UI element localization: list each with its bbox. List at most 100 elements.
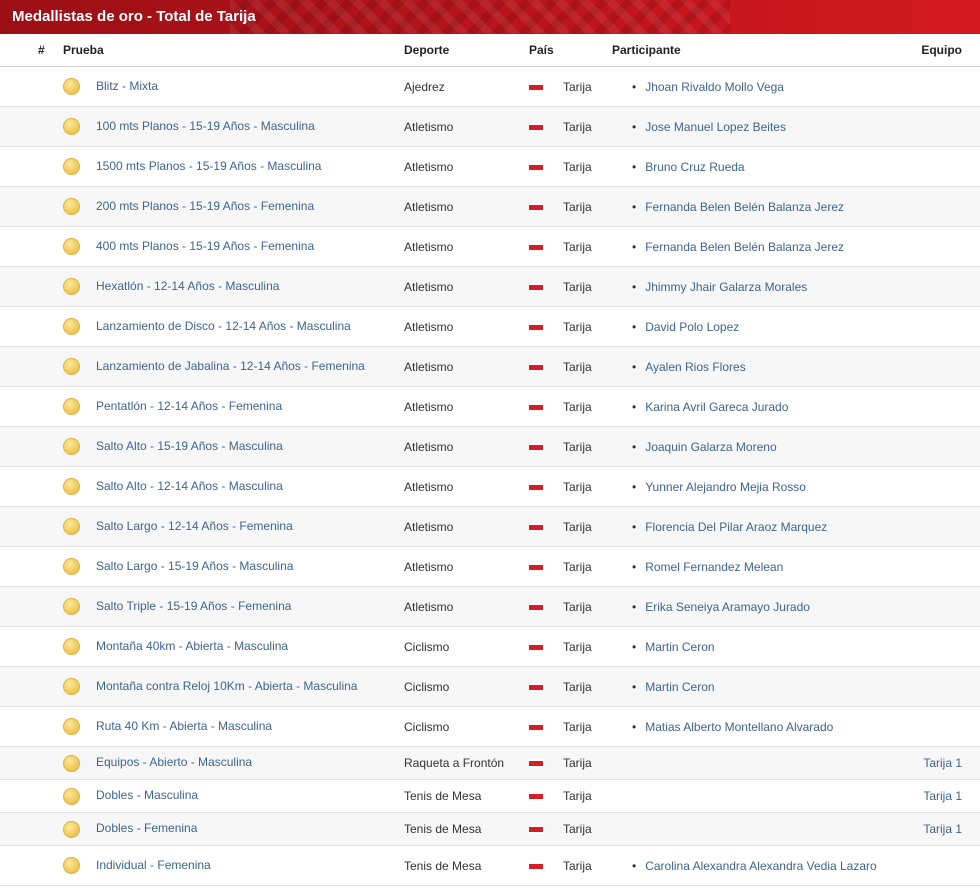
participante-link[interactable]: Fernanda Belen Belén Balanza Jerez — [645, 200, 844, 214]
flag-icon — [529, 482, 543, 492]
table-row: 61Hexatlón - 12-14 Años - MasculinaAtlet… — [0, 266, 980, 307]
gold-medal-icon — [63, 78, 80, 95]
table-row: 311500 mts Planos - 15-19 Años - Masculi… — [0, 146, 980, 187]
deporte-cell: Tenis de Mesa — [404, 845, 529, 886]
deporte-cell: Ciclismo — [404, 626, 529, 667]
participante-link[interactable]: Martin Ceron — [645, 640, 714, 654]
equipo-link[interactable]: Tarija 1 — [923, 756, 962, 770]
participante-link[interactable]: Ayalen Rios Flores — [645, 360, 746, 374]
prueba-link[interactable]: Pentatlón - 12-14 Años - Femenina — [96, 399, 282, 413]
equipo-link[interactable]: Tarija 1 — [923, 822, 962, 836]
table-row: 51400 mts Planos - 15-19 Años - Femenina… — [0, 226, 980, 267]
bullet-icon: • — [632, 719, 637, 734]
bullet-icon: • — [632, 639, 637, 654]
table-header-row: # Prueba Deporte País Participante Equip… — [0, 34, 980, 67]
deporte-cell: Atletismo — [404, 306, 529, 347]
prueba-link[interactable]: 400 mts Planos - 15-19 Años - Femenina — [96, 239, 314, 253]
prueba-link[interactable]: Dobles - Masculina — [96, 788, 198, 802]
gold-medal-icon — [63, 718, 80, 735]
prueba-link[interactable]: Blitz - Mixta — [96, 79, 158, 93]
pais-label: Tarija — [563, 519, 592, 534]
participante-link[interactable]: Romel Fernandez Melean — [645, 560, 783, 574]
participante-link[interactable]: Bruno Cruz Rueda — [645, 160, 744, 174]
pais-label: Tarija — [563, 822, 592, 836]
deporte-cell: Atletismo — [404, 106, 529, 147]
col-header-pais[interactable]: País — [529, 34, 612, 67]
bullet-icon: • — [632, 119, 637, 134]
flag-icon — [529, 362, 543, 372]
equipo-link[interactable]: Tarija 1 — [923, 789, 962, 803]
gold-medal-icon — [63, 398, 80, 415]
bullet-icon: • — [632, 399, 637, 414]
prueba-link[interactable]: Equipos - Abierto - Masculina — [96, 755, 252, 769]
pais-label: Tarija — [563, 399, 592, 414]
participante-link[interactable]: Florencia Del Pilar Araoz Marquez — [645, 520, 827, 534]
prueba-link[interactable]: Salto Alto - 15-19 Años - Masculina — [96, 439, 283, 453]
pais-label: Tarija — [563, 439, 592, 454]
participante-link[interactable]: Karina Avril Gareca Jurado — [645, 400, 788, 414]
prueba-link[interactable]: Dobles - Femenina — [96, 821, 197, 835]
prueba-link[interactable]: Lanzamiento de Jabalina - 12-14 Años - F… — [96, 359, 365, 373]
bullet-icon: • — [632, 79, 637, 94]
medalists-table: # Prueba Deporte País Participante Equip… — [0, 34, 980, 886]
participante-link[interactable]: Martin Ceron — [645, 680, 714, 694]
col-header-deporte[interactable]: Deporte — [404, 34, 529, 67]
pais-label: Tarija — [563, 559, 592, 574]
bullet-icon: • — [632, 279, 637, 294]
participante-link[interactable]: Jhoan Rivaldo Mollo Vega — [645, 80, 784, 94]
pais-label: Tarija — [563, 479, 592, 494]
prueba-link[interactable]: 1500 mts Planos - 15-19 Años - Masculina — [96, 159, 321, 173]
bullet-icon: • — [632, 519, 637, 534]
gold-medal-icon — [63, 558, 80, 575]
flag-icon — [529, 202, 543, 212]
table-row: 171Ruta 40 Km - Abierta - MasculinaCicli… — [0, 706, 980, 747]
prueba-link[interactable]: Hexatlón - 12-14 Años - Masculina — [96, 279, 279, 293]
prueba-link[interactable]: Salto Triple - 15-19 Años - Femenina — [96, 599, 291, 613]
gold-medal-icon — [63, 857, 80, 874]
prueba-link[interactable]: Ruta 40 Km - Abierta - Masculina — [96, 719, 272, 733]
col-header-equipo[interactable]: Equipo — [902, 34, 980, 67]
participante-link[interactable]: Yunner Alejandro Mejia Rosso — [645, 480, 806, 494]
table-row: 191Dobles - MasculinaTenis de MesaTarija… — [0, 779, 980, 813]
gold-medal-icon — [63, 278, 80, 295]
prueba-link[interactable]: Montaña 40km - Abierta - Masculina — [96, 639, 288, 653]
prueba-link[interactable]: Lanzamiento de Disco - 12-14 Años - Masc… — [96, 319, 351, 333]
deporte-cell: Ciclismo — [404, 706, 529, 747]
col-header-prueba[interactable]: Prueba — [0, 34, 404, 67]
table-row: 71Lanzamiento de Disco - 12-14 Años - Ma… — [0, 306, 980, 347]
prueba-link[interactable]: 200 mts Planos - 15-19 Años - Femenina — [96, 199, 314, 213]
pais-label: Tarija — [563, 359, 592, 374]
gold-medal-icon — [63, 238, 80, 255]
prueba-link[interactable]: Salto Largo - 12-14 Años - Femenina — [96, 519, 293, 533]
pais-label: Tarija — [563, 756, 592, 770]
flag-icon — [529, 642, 543, 652]
participante-link[interactable]: Carolina Alexandra Alexandra Vedia Lazar… — [645, 859, 877, 873]
bullet-icon: • — [632, 199, 637, 214]
prueba-link[interactable]: Montaña contra Reloj 10Km - Abierta - Ma… — [96, 679, 357, 693]
prueba-link[interactable]: Salto Alto - 12-14 Años - Masculina — [96, 479, 283, 493]
participante-link[interactable]: Jose Manuel Lopez Beites — [645, 120, 786, 134]
flag-icon — [529, 682, 543, 692]
col-header-participante[interactable]: Participante — [612, 34, 902, 67]
prueba-link[interactable]: Salto Largo - 15-19 Años - Masculina — [96, 559, 293, 573]
participante-link[interactable]: Matias Alberto Montellano Alvarado — [645, 720, 833, 734]
deporte-cell: Ciclismo — [404, 666, 529, 707]
flag-icon — [529, 522, 543, 532]
participante-link[interactable]: David Polo Lopez — [645, 320, 739, 334]
pais-label: Tarija — [563, 279, 592, 294]
gold-medal-icon — [63, 820, 80, 838]
prueba-link[interactable]: Individual - Femenina — [96, 858, 211, 872]
participante-link[interactable]: Joaquin Galarza Moreno — [645, 440, 776, 454]
bullet-icon: • — [632, 559, 637, 574]
flag-icon — [529, 602, 543, 612]
bullet-icon: • — [632, 479, 637, 494]
deporte-cell: Atletismo — [404, 586, 529, 627]
participante-link[interactable]: Fernanda Belen Belén Balanza Jerez — [645, 240, 844, 254]
title-decoration — [230, 0, 730, 34]
participante-link[interactable]: Erika Seneiya Aramayo Jurado — [645, 600, 810, 614]
participante-link[interactable]: Jhimmy Jhair Galarza Morales — [645, 280, 807, 294]
prueba-link[interactable]: 100 mts Planos - 15-19 Años - Masculina — [96, 119, 315, 133]
deporte-cell: Atletismo — [404, 346, 529, 387]
flag-icon — [529, 759, 543, 769]
deporte-cell: Atletismo — [404, 506, 529, 547]
